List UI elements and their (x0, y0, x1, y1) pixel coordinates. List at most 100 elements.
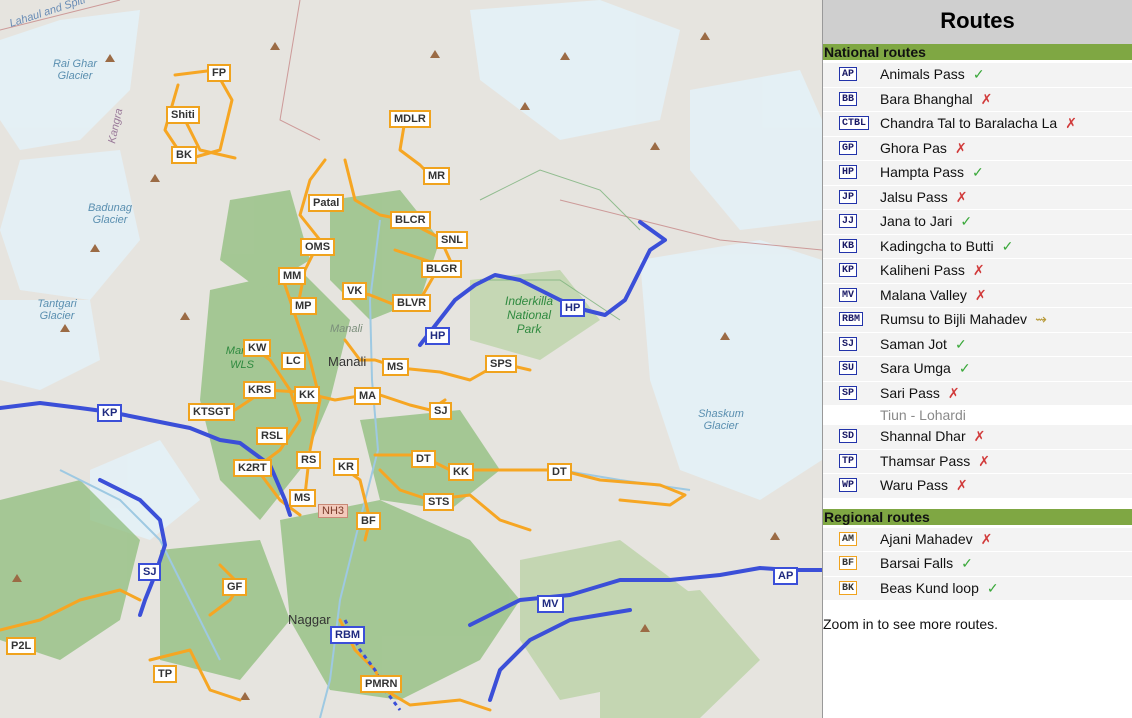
route-name[interactable]: Hampta Pass (880, 164, 964, 180)
map-marker-regional[interactable]: BK (171, 146, 197, 164)
route-name[interactable]: Rumsu to Bijli Mahadev (880, 311, 1027, 327)
cross-icon: ✗ (978, 452, 990, 469)
map-marker-regional[interactable]: KR (333, 458, 359, 476)
route-item-ap[interactable]: AP Animals Pass ✓ (823, 63, 1132, 87)
map-marker-national[interactable]: KP (97, 404, 123, 422)
map-marker-regional[interactable]: MR (423, 167, 451, 185)
route-name[interactable]: Beas Kund loop (880, 580, 979, 596)
route-item-ctbl[interactable]: CTBL Chandra Tal to Baralacha La ✗ (823, 112, 1132, 136)
map-marker-regional[interactable]: RS (296, 451, 322, 469)
map-marker-regional[interactable]: KRS (243, 381, 277, 399)
route-item-kp[interactable]: KP Kaliheni Pass ✗ (823, 259, 1132, 283)
map-marker-regional[interactable]: LC (281, 352, 306, 370)
cross-icon: ✗ (955, 477, 968, 493)
route-item-tp[interactable]: TP Thamsar Pass ✗ (823, 449, 1132, 473)
cross-icon: ✗ (974, 286, 987, 303)
route-name[interactable]: Sari Pass (880, 385, 940, 401)
route-item-rbm[interactable]: RBM Rumsu to Bijli Mahadev ⇝ (823, 308, 1132, 332)
map-marker-regional[interactable]: FP (207, 64, 232, 82)
map-marker-regional[interactable]: STS (423, 493, 455, 511)
route-name[interactable]: Animals Pass (880, 66, 965, 82)
route-name[interactable]: Waru Pass (880, 477, 948, 493)
route-name[interactable]: Kaliheni Pass (880, 262, 965, 278)
map-marker-regional[interactable]: Patal (308, 194, 345, 212)
route-name[interactable]: Ghora Pas (880, 140, 947, 156)
map-marker-regional[interactable]: SJ (429, 402, 453, 420)
map-marker-regional[interactable]: OMS (300, 238, 336, 256)
map-marker-national[interactable]: HP (425, 327, 451, 345)
route-item-wp[interactable]: WP Waru Pass ✗ (823, 474, 1132, 498)
route-name[interactable]: Saman Jot (880, 336, 947, 352)
map-marker-regional[interactable]: P2L (6, 637, 37, 655)
route-item-jp[interactable]: JP Jalsu Pass ✗ (823, 185, 1132, 209)
route-item-bk[interactable]: BK Beas Kund loop ✓ (823, 576, 1132, 600)
map-marker-regional[interactable]: BF (356, 512, 381, 530)
map-marker-regional[interactable]: BLVR (392, 294, 432, 312)
national-routes-list: AP Animals Pass ✓ BB Bara Bhanghal ✗ CTBL Chand… (823, 60, 1132, 498)
map-road-nh3: NH3 (318, 504, 349, 518)
map-marker-regional[interactable]: MDLR (389, 110, 431, 128)
map-marker-regional[interactable]: MM (278, 267, 307, 285)
check-icon: ✓ (1001, 237, 1014, 254)
map-marker-regional[interactable]: SNL (436, 231, 468, 249)
map-marker-regional[interactable]: KW (243, 339, 272, 357)
map-marker-regional[interactable]: Shiti (166, 106, 200, 124)
route-item-jj[interactable]: JJ Jana to Jari ✓ (823, 210, 1132, 234)
map-marker-regional[interactable]: BLGR (421, 260, 463, 278)
map-marker-national[interactable]: AP (773, 567, 799, 585)
map-marker-regional[interactable]: VK (342, 282, 368, 300)
route-item-kb[interactable]: KB Kadingcha to Butti ✓ (823, 234, 1132, 258)
map-marker-regional[interactable]: TP (153, 665, 178, 683)
route-item-sd[interactable]: SD Shannal Dhar ✗ (823, 425, 1132, 449)
route-name-wrap: Bara Bhanghal ✗ (880, 91, 992, 108)
map-marker-regional[interactable]: MP (290, 297, 317, 315)
route-item-am[interactable]: AM Ajani Mahadev ✗ (823, 527, 1132, 551)
map-marker-national[interactable]: MV (537, 595, 564, 613)
route-name[interactable]: Shannal Dhar (880, 428, 966, 444)
map-marker-regional[interactable]: GF (222, 578, 248, 596)
route-name-wrap: Thamsar Pass ✗ (880, 453, 990, 470)
route-name[interactable]: Jalsu Pass (880, 189, 948, 205)
map-canvas[interactable]: Lahaul and Spiti Rai Ghar Glacier Kangra… (0, 0, 822, 718)
map-marker-regional[interactable]: MS (289, 489, 316, 507)
route-name[interactable]: Thamsar Pass (880, 453, 970, 469)
route-name[interactable]: Jana to Jari (880, 213, 952, 229)
route-item-su[interactable]: SU Sara Umga ✓ (823, 357, 1132, 381)
route-code-badge: SP (839, 385, 858, 400)
route-name[interactable]: Sara Umga (880, 360, 951, 376)
route-item-bf[interactable]: BF Barsai Falls ✓ (823, 552, 1132, 576)
map-marker-national[interactable]: HP (560, 299, 586, 317)
map-marker-regional[interactable]: KTSGT (188, 403, 236, 421)
route-name-wrap: Sari Pass ✗ (880, 385, 960, 402)
route-name[interactable]: Ajani Mahadev (880, 531, 973, 547)
route-subnote: Tiun - Lohardi (880, 407, 966, 423)
route-name-wrap: Jana to Jari ✓ (880, 213, 972, 230)
route-item-sp[interactable]: SP Sari Pass ✗ (823, 381, 1132, 405)
map-marker-regional[interactable]: DT (547, 463, 572, 481)
map-marker-regional[interactable]: SPS (485, 355, 518, 373)
route-item-bb[interactable]: BB Bara Bhanghal ✗ (823, 87, 1132, 111)
route-item-sj[interactable]: SJ Saman Jot ✓ (823, 332, 1132, 356)
map-marker-national[interactable]: RBM (330, 626, 366, 644)
map-marker-regional[interactable]: MA (354, 387, 382, 405)
cross-icon: ✗ (973, 428, 986, 444)
map-marker-regional[interactable]: DT (411, 450, 436, 468)
map-marker-regional[interactable]: PMRN (360, 675, 403, 693)
route-name[interactable]: Kadingcha to Butti (880, 238, 994, 254)
map-marker-regional[interactable]: RSL (256, 427, 288, 445)
map-marker-regional[interactable]: K2RT (233, 459, 272, 477)
route-item-hp[interactable]: HP Hampta Pass ✓ (823, 161, 1132, 185)
route-name[interactable]: Chandra Tal to Baralacha La (880, 115, 1057, 131)
route-name[interactable]: Bara Bhanghal (880, 91, 973, 107)
map-marker-regional[interactable]: KK (294, 386, 320, 404)
map-marker-regional[interactable]: KK (448, 463, 474, 481)
route-name[interactable]: Malana Valley (880, 287, 967, 303)
map-marker-regional[interactable]: MS (382, 358, 409, 376)
route-item-gp[interactable]: GP Ghora Pas ✗ (823, 136, 1132, 160)
cross-icon: ✗ (947, 384, 960, 401)
route-name-wrap: Saman Jot ✓ (880, 336, 967, 353)
route-name[interactable]: Barsai Falls (880, 555, 953, 571)
route-item-mv[interactable]: MV Malana Valley ✗ (823, 283, 1132, 307)
map-marker-national[interactable]: SJ (138, 563, 162, 581)
map-marker-regional[interactable]: BLCR (390, 211, 431, 229)
